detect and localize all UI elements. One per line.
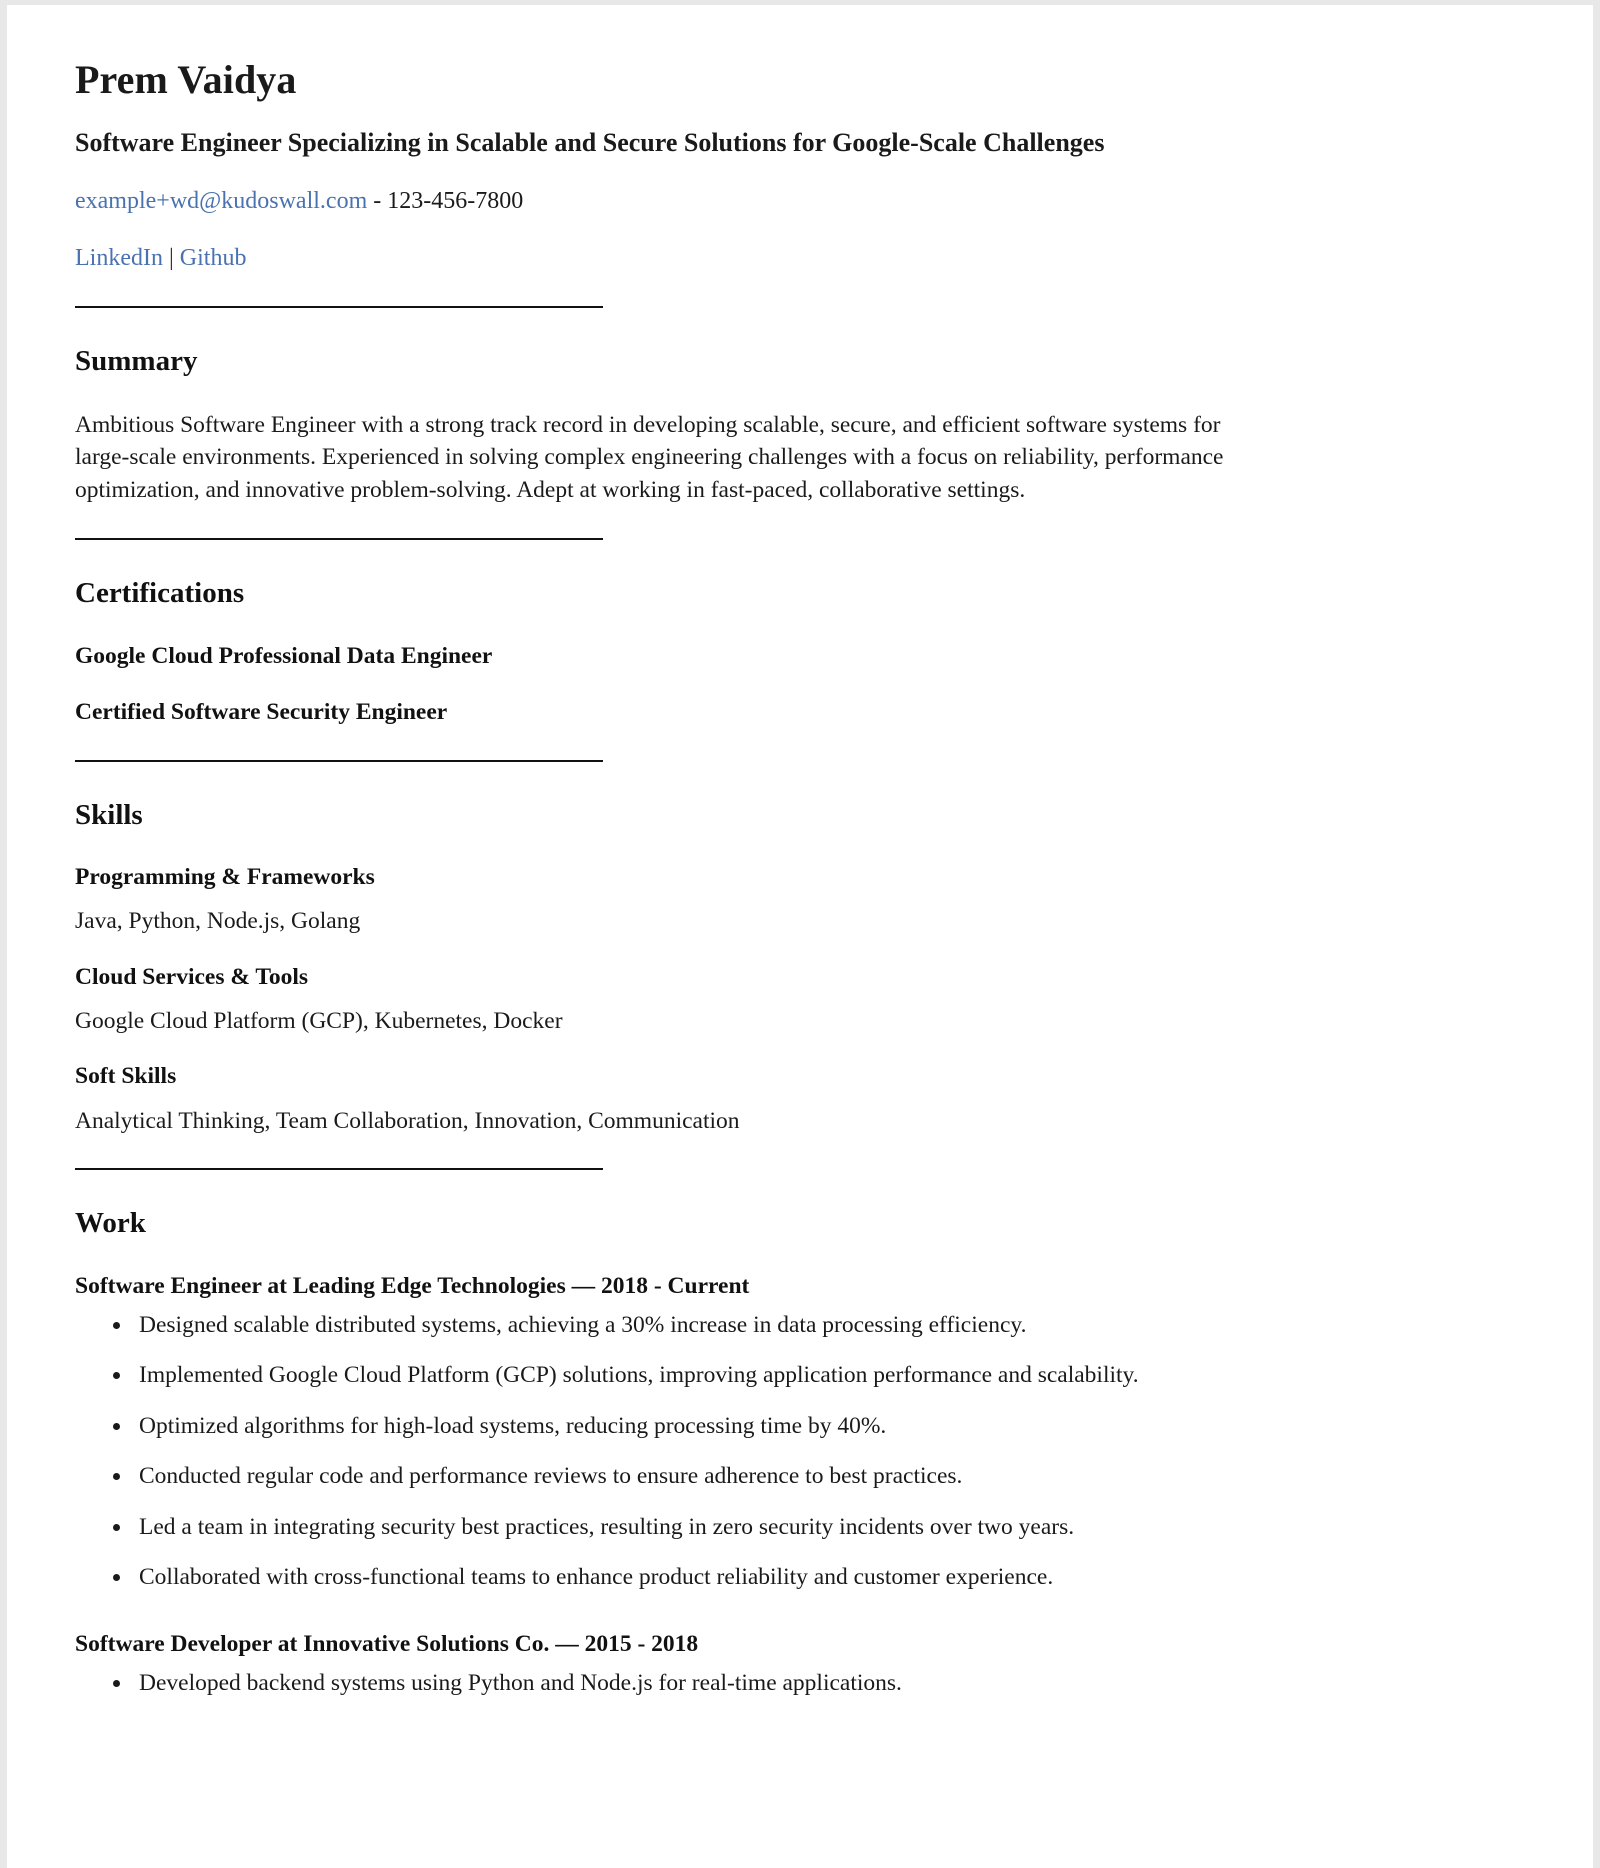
certification-item: Google Cloud Professional Data Engineer [75, 642, 493, 669]
section-divider-summary [75, 305, 603, 308]
contact-separator: - [367, 187, 388, 214]
skill-group: Programming & Frameworks Java, Python, N… [75, 863, 1533, 937]
linkedin-link[interactable]: LinkedIn [75, 245, 163, 271]
skill-group-label: Cloud Services & Tools [75, 963, 309, 990]
skill-group: Cloud Services & Tools Google Cloud Plat… [75, 963, 1533, 1037]
profile-links: LinkedIn | Github [75, 243, 1533, 274]
certification-item: Certified Software Security Engineer [75, 699, 448, 726]
section-work: Work Software Engineer at Leading Edge T… [75, 1206, 1533, 1698]
certifications-title: Certifications [75, 576, 245, 609]
work-entry-title: Software Engineer at Leading Edge Techno… [75, 1273, 750, 1300]
work-bullet: Implemented Google Cloud Platform (GCP) … [133, 1360, 1533, 1391]
skill-group-label: Programming & Frameworks [75, 863, 375, 890]
skill-group-value: Analytical Thinking, Team Collaboration,… [75, 1107, 740, 1134]
section-summary: Summary Ambitious Software Engineer with… [75, 344, 1533, 506]
work-entry: Software Engineer at Leading Edge Techno… [75, 1271, 1533, 1593]
skill-group: Soft Skills Analytical Thinking, Team Co… [75, 1062, 1533, 1136]
resume-content: Prem Vaidya Software Engineer Specializi… [7, 5, 1593, 1698]
work-bullet: Conducted regular code and performance r… [133, 1461, 1533, 1492]
email-link[interactable]: example+wd@kudoswall.com [75, 188, 367, 214]
section-divider-skills [75, 759, 603, 762]
resume-page: Prem Vaidya Software Engineer Specializi… [7, 5, 1593, 1868]
work-bullet: Designed scalable distributed systems, a… [133, 1310, 1533, 1341]
skill-group-label: Soft Skills [75, 1063, 177, 1090]
summary-text: Ambitious Software Engineer with a stron… [75, 411, 1224, 503]
skill-group-value: Google Cloud Platform (GCP), Kubernetes,… [75, 1007, 563, 1034]
link-separator: | [168, 244, 174, 271]
work-bullet: Led a team in integrating security best … [133, 1512, 1533, 1543]
phone-number: 123-456-7800 [387, 187, 524, 214]
github-link[interactable]: Github [180, 245, 247, 271]
contact-line: example+wd@kudoswall.com - 123-456-7800 [75, 186, 1533, 217]
skills-title: Skills [75, 798, 143, 831]
section-certifications: Certifications Google Cloud Professional… [75, 576, 1533, 728]
section-divider-work [75, 1168, 603, 1171]
work-entry-title: Software Developer at Innovative Solutio… [75, 1631, 699, 1658]
section-divider-certifications [75, 537, 603, 540]
work-entry-bullets: Developed backend systems using Python a… [75, 1668, 1533, 1699]
work-bullet: Optimized algorithms for high-load syste… [133, 1411, 1533, 1442]
candidate-name: Prem Vaidya [75, 57, 297, 102]
summary-title: Summary [75, 344, 198, 377]
work-bullet: Developed backend systems using Python a… [133, 1668, 1533, 1699]
work-entry: Software Developer at Innovative Solutio… [75, 1629, 1533, 1698]
section-skills: Skills Programming & Frameworks Java, Py… [75, 798, 1533, 1137]
work-title: Work [75, 1207, 146, 1240]
candidate-headline: Software Engineer Specializing in Scalab… [75, 128, 1105, 157]
skill-group-value: Java, Python, Node.js, Golang [75, 908, 361, 934]
work-bullet: Collaborated with cross-functional teams… [133, 1562, 1533, 1593]
work-entry-bullets: Designed scalable distributed systems, a… [75, 1310, 1533, 1593]
